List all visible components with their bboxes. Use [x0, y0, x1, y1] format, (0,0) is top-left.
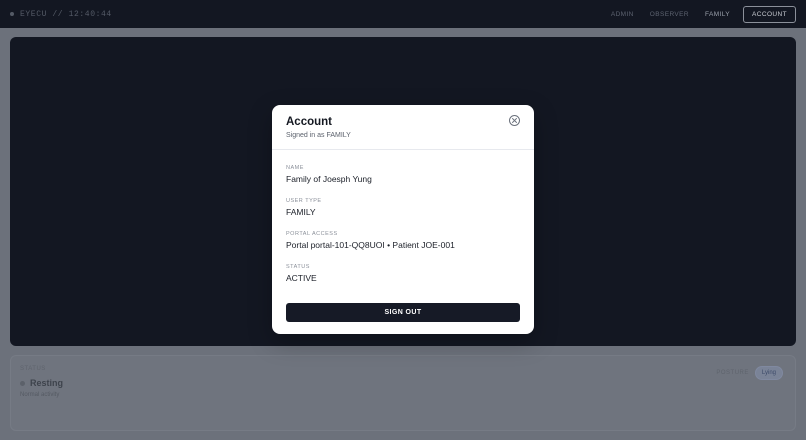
nav-family[interactable]: FAMILY [698, 6, 737, 23]
field-status: STATUS ACTIVE [286, 264, 317, 283]
field-name: NAME Family of Joesph Yung [286, 165, 372, 184]
status-dot-icon [10, 12, 14, 16]
top-bar: EYECU // 12:40:44 ADMIN OBSERVER FAMILY … [0, 0, 806, 28]
sign-out-button[interactable]: SIGN OUT [286, 303, 520, 322]
field-portal-access: PORTAL ACCESS Portal portal-101-QQ8UOI •… [286, 231, 455, 250]
field-value: FAMILY [286, 207, 316, 217]
status-value-text: Resting [30, 378, 64, 388]
modal-subtitle: Signed in as FAMILY [286, 132, 351, 139]
posture-badge: Lying [754, 366, 783, 380]
close-circle-icon [512, 118, 517, 123]
field-value: ACTIVE [286, 273, 317, 283]
brand: EYECU // 12:40:44 [10, 8, 112, 20]
status-subtext: Normal activity [20, 392, 60, 398]
account-modal: Account Signed in as FAMILY NAME Family … [272, 105, 534, 334]
close-button[interactable] [509, 115, 520, 126]
nav-observer[interactable]: OBSERVER [643, 6, 696, 23]
posture: POSTURE Lying [716, 366, 783, 380]
brand-text: EYECU // 12:40:44 [20, 9, 112, 19]
modal-header: Account Signed in as FAMILY [272, 105, 534, 150]
account-button[interactable]: ACCOUNT [743, 6, 796, 23]
field-label: NAME [286, 165, 304, 171]
field-user-type: USER TYPE FAMILY [286, 198, 322, 217]
status-panel: STATUS Resting Normal activity POSTURE L… [10, 355, 796, 431]
posture-label: POSTURE [716, 370, 749, 376]
status-value: Resting [20, 378, 63, 388]
field-value: Portal portal-101-QQ8UOI • Patient JOE-0… [286, 240, 455, 250]
field-label: STATUS [286, 264, 310, 270]
field-value: Family of Joesph Yung [286, 174, 372, 184]
field-label: PORTAL ACCESS [286, 231, 338, 237]
modal-title: Account [286, 116, 332, 128]
status-label: STATUS [20, 366, 46, 372]
field-label: USER TYPE [286, 198, 322, 204]
nav-admin[interactable]: ADMIN [604, 6, 641, 23]
top-nav: ADMIN OBSERVER FAMILY ACCOUNT [604, 6, 796, 23]
status-indicator-icon [20, 380, 25, 386]
